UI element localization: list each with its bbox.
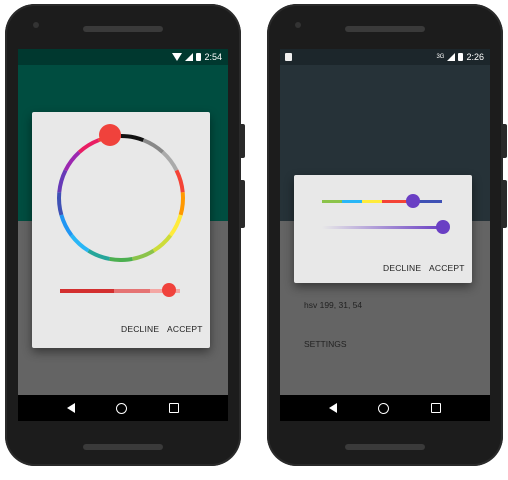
signal-icon xyxy=(447,53,456,61)
hue-ring[interactable] xyxy=(32,112,210,262)
hue-ring-segment[interactable] xyxy=(63,150,81,172)
hue-ring-segment[interactable] xyxy=(152,234,173,253)
phone-right: 3G 2:26 DECLINE ACCEPT hsv 199, 31, 54 S… xyxy=(267,4,507,466)
back-icon[interactable] xyxy=(66,403,75,413)
phone-left: 2:54 DECLINE ACCEPT xyxy=(5,4,245,466)
power-button xyxy=(241,124,245,158)
color-picker-dialog: DECLINE ACCEPT xyxy=(32,112,210,348)
lightness-slider-knob[interactable] xyxy=(162,283,176,297)
navigation-bar xyxy=(18,395,228,421)
accept-button[interactable]: ACCEPT xyxy=(429,263,465,273)
decline-button[interactable]: DECLINE xyxy=(383,263,421,273)
speaker-grille-bottom xyxy=(345,444,425,450)
home-icon[interactable] xyxy=(116,402,128,414)
power-button xyxy=(503,124,507,158)
recents-icon[interactable] xyxy=(169,403,180,413)
hue-ring-segment[interactable] xyxy=(161,150,179,172)
color-picker-dialog: DECLINE ACCEPT xyxy=(294,175,472,283)
hue-slider-knob[interactable] xyxy=(406,194,420,208)
hue-ring-segment[interactable] xyxy=(69,234,90,253)
decline-button[interactable]: DECLINE xyxy=(121,324,159,334)
volume-button xyxy=(241,180,245,228)
hue-ring-segment[interactable] xyxy=(77,138,100,154)
volume-button xyxy=(503,180,507,228)
screen-right: 3G 2:26 DECLINE ACCEPT hsv 199, 31, 54 S… xyxy=(280,49,490,421)
hue-ring-segment[interactable] xyxy=(59,214,74,237)
hue-ring-knob[interactable] xyxy=(99,124,121,146)
wifi-icon xyxy=(172,53,183,61)
battery-icon xyxy=(458,53,464,61)
saturation-slider-knob[interactable] xyxy=(436,220,450,234)
hue-ring-segment[interactable] xyxy=(87,248,111,261)
back-icon[interactable] xyxy=(328,403,337,413)
accept-button[interactable]: ACCEPT xyxy=(167,324,203,334)
signal-icon xyxy=(185,53,194,61)
network-type: 3G xyxy=(436,54,445,60)
speaker-grille-bottom xyxy=(83,444,163,450)
hue-ring-segment[interactable] xyxy=(120,134,145,143)
battery-icon xyxy=(196,53,202,61)
hue-ring-segment[interactable] xyxy=(131,248,155,261)
status-time: 2:26 xyxy=(466,52,484,62)
status-bar: 3G 2:26 xyxy=(280,49,490,65)
speaker-grille-top xyxy=(83,26,163,32)
front-camera xyxy=(33,22,39,28)
lightness-slider[interactable] xyxy=(32,281,210,301)
front-camera xyxy=(295,22,301,28)
notification-icon xyxy=(285,53,292,61)
hue-ring-segment[interactable] xyxy=(57,192,64,216)
hue-ring-segment[interactable] xyxy=(178,192,185,216)
hue-slider[interactable] xyxy=(294,194,472,210)
hue-ring-segment[interactable] xyxy=(174,169,185,193)
hsv-value-text: hsv 199, 31, 54 xyxy=(304,300,363,310)
speaker-grille-top xyxy=(345,26,425,32)
recents-icon[interactable] xyxy=(431,403,442,413)
screen-left: 2:54 DECLINE ACCEPT xyxy=(18,49,228,421)
hue-ring-segment[interactable] xyxy=(57,169,68,193)
status-time: 2:54 xyxy=(204,52,222,62)
hue-ring-segment[interactable] xyxy=(142,138,165,154)
home-icon[interactable] xyxy=(378,402,390,414)
hue-ring-segment[interactable] xyxy=(109,256,133,262)
navigation-bar xyxy=(280,395,490,421)
hue-ring-segment[interactable] xyxy=(168,214,183,237)
settings-button[interactable]: SETTINGS xyxy=(304,339,347,349)
status-bar: 2:54 xyxy=(18,49,228,65)
